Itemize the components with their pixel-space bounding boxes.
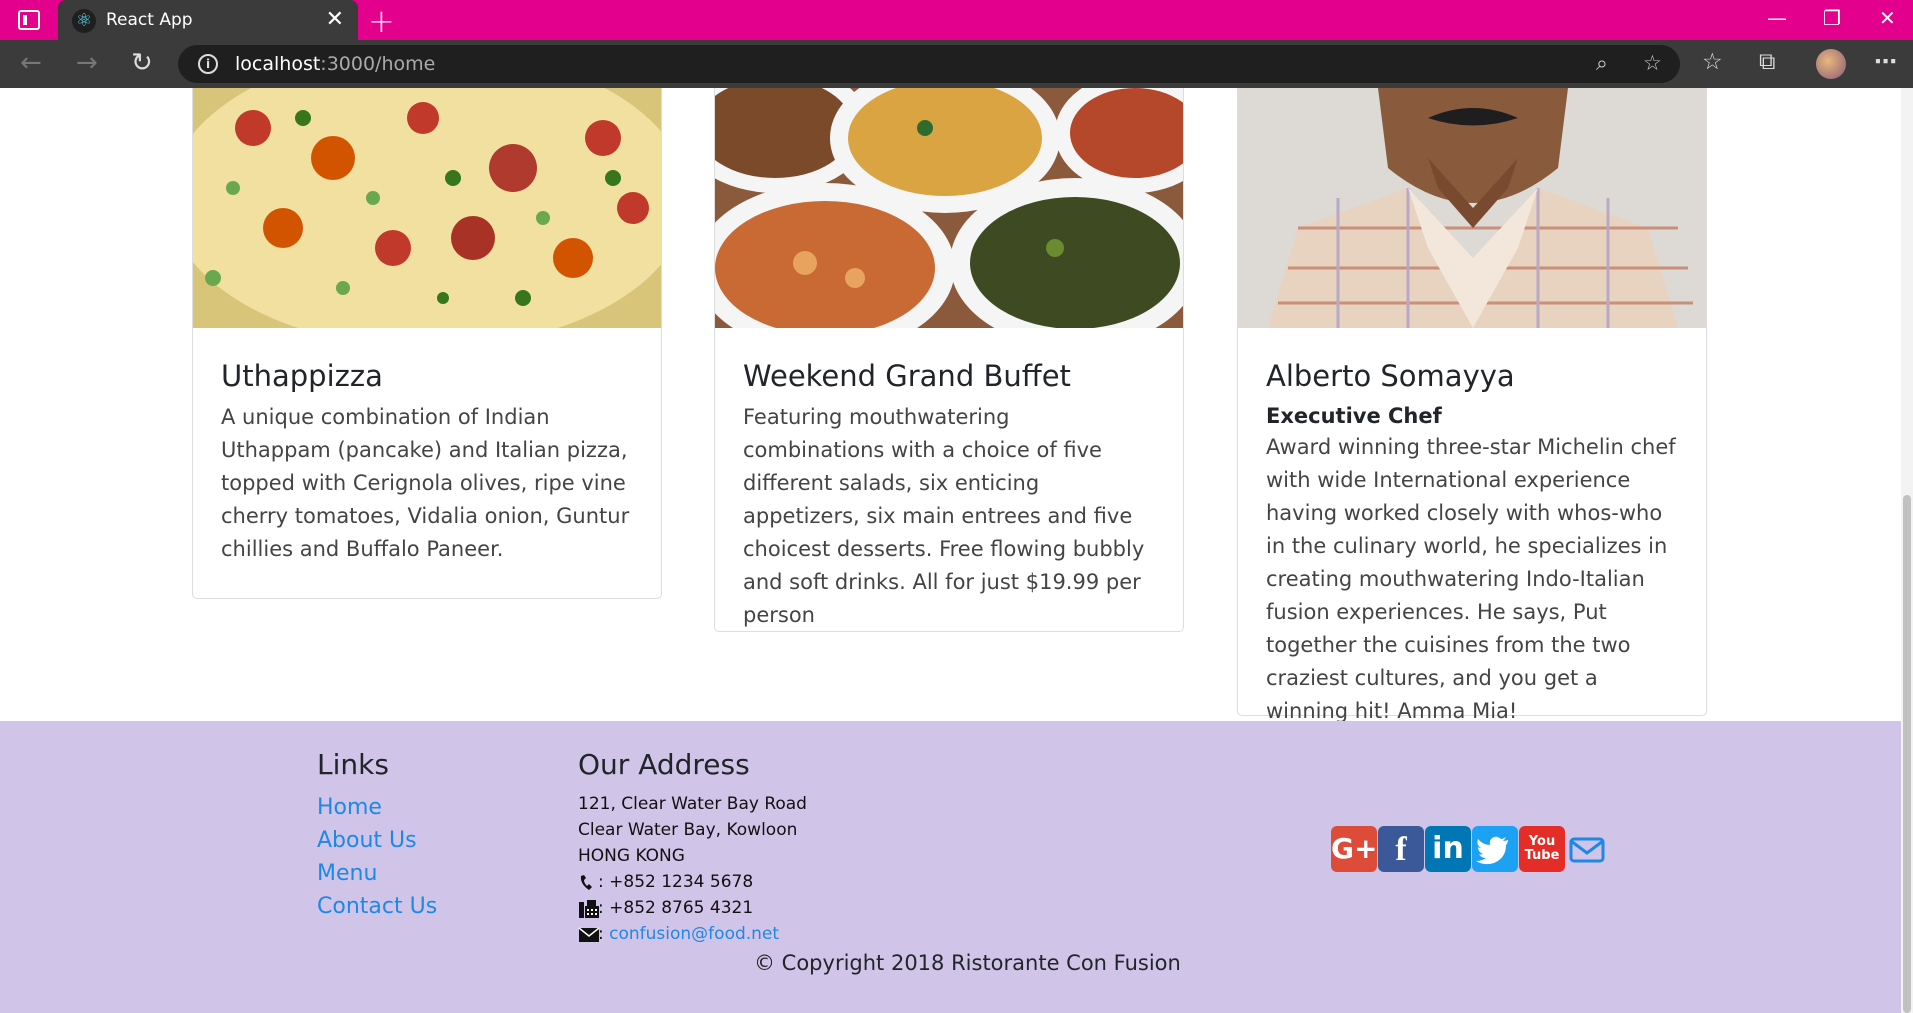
minimize-icon[interactable]: — (1767, 6, 1787, 30)
profile-avatar[interactable] (1816, 49, 1846, 79)
tab-react-app[interactable]: ⚛ React App ✕ (58, 0, 358, 40)
new-tab-icon[interactable]: + (368, 2, 395, 40)
card-description: Featuring mouthwatering combinations wit… (743, 405, 1145, 627)
leader-card: Alberto Somayya Executive Chef Award win… (1237, 88, 1707, 723)
dish-image (193, 88, 661, 328)
leader-photo (1238, 88, 1706, 328)
promotion-image (715, 88, 1183, 328)
close-tab-icon[interactable]: ✕ (326, 7, 344, 32)
footer-link-about[interactable]: About Us (317, 828, 417, 853)
address-line: HONG KONG (578, 846, 685, 866)
promotion-card: Weekend Grand Buffet Featuring mouthwate… (714, 88, 1184, 632)
refresh-icon[interactable]: ↻ (131, 48, 153, 78)
more-menu-icon[interactable]: ⋯ (1874, 49, 1897, 75)
tab-bar: ⚛ React App ✕ + — ❐ ✕ (0, 0, 1913, 40)
leader-description: Award winning three-star Michelin chef w… (1266, 435, 1676, 723)
address-heading: Our Address (578, 748, 750, 781)
facebook-icon[interactable]: f (1378, 826, 1424, 872)
phone-icon (580, 875, 592, 890)
envelope-icon[interactable] (1567, 826, 1607, 872)
restore-icon[interactable]: ❐ (1823, 6, 1841, 30)
card-title: Weekend Grand Buffet (743, 359, 1071, 393)
zoom-icon[interactable]: ⌕ (1596, 51, 1608, 76)
back-icon[interactable]: ← (20, 48, 42, 78)
browser-window: ⚛ React App ✕ + — ❐ ✕ ← → ↻ i localhost:… (0, 0, 1913, 1013)
collections-icon[interactable]: ⧉ (1759, 49, 1775, 75)
footer-link-menu[interactable]: Menu (317, 861, 377, 886)
address-line: Clear Water Bay, Kowloon (578, 820, 798, 840)
google-plus-icon[interactable]: G+ (1331, 826, 1377, 872)
leader-name: Alberto Somayya (1266, 359, 1515, 393)
card-title: Uthappizza (221, 359, 383, 393)
url-text[interactable]: localhost:3000/home (235, 53, 435, 75)
browser-toolbar: ← → ↻ i localhost:3000/home ⌕ ☆ ☆ ⧉ ⋯ (0, 40, 1913, 88)
envelope-icon (578, 927, 600, 942)
copyright-text: © Copyright 2018 Ristorante Con Fusion (754, 951, 1181, 975)
fax-icon (579, 900, 599, 918)
leader-designation: Executive Chef (1266, 404, 1442, 428)
footer-link-home[interactable]: Home (317, 795, 382, 820)
email-link[interactable]: confusion@food.net (609, 924, 779, 944)
footer: Links Home About Us Menu Contact Us Our … (0, 721, 1901, 1013)
twitter-icon[interactable] (1472, 826, 1518, 872)
youtube-icon[interactable]: You Tube (1519, 826, 1565, 872)
card-description: A unique combination of Indian Uthappam … (221, 405, 630, 561)
close-window-icon[interactable]: ✕ (1879, 6, 1896, 30)
react-favicon-icon: ⚛ (72, 9, 96, 33)
email-line: : confusion@food.net (598, 924, 780, 944)
address-bar[interactable]: i localhost:3000/home ⌕ ☆ (178, 45, 1680, 83)
address-line: 121, Clear Water Bay Road (578, 794, 807, 814)
add-favorite-icon[interactable]: ☆ (1643, 51, 1662, 75)
linkedin-icon[interactable]: in (1425, 826, 1471, 872)
links-heading: Links (317, 748, 389, 781)
dish-card: Uthappizza A unique combination of India… (192, 88, 662, 599)
tab-actions-icon[interactable] (18, 10, 40, 30)
tab-title: React App (106, 10, 193, 30)
phone-number: : +852 1234 5678 (598, 872, 754, 892)
forward-icon[interactable]: → (76, 48, 98, 78)
fax-number: : +852 8765 4321 (598, 898, 754, 918)
footer-link-contact[interactable]: Contact Us (317, 894, 437, 919)
favorites-icon[interactable]: ☆ (1702, 49, 1723, 75)
site-info-icon[interactable]: i (198, 54, 218, 74)
scrollbar-thumb[interactable] (1903, 495, 1911, 1013)
